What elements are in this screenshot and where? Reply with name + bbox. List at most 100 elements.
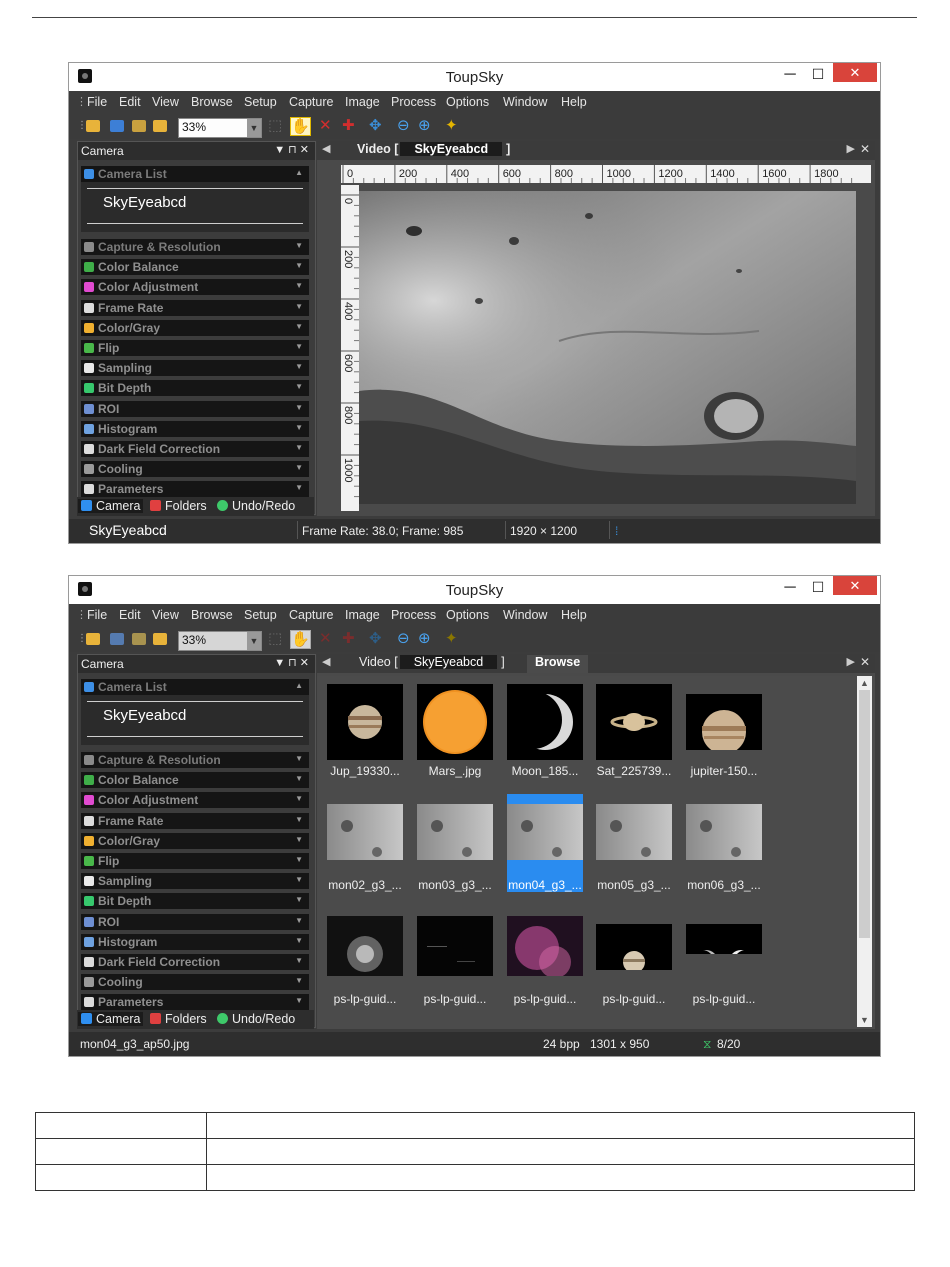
tab-folders[interactable]: Folders [150, 499, 207, 513]
maximize-button[interactable]: ☐ [808, 66, 828, 84]
thumbnail-item[interactable]: Jup_19330... [327, 684, 403, 778]
section-frame-rate[interactable]: Frame Rate ▼ [81, 812, 309, 829]
section-color-balance[interactable]: Color Balance ▼ [81, 259, 309, 276]
thumbnail-item[interactable]: ps-lp-guid... [417, 916, 493, 1006]
record-icon[interactable]: ✚ [342, 630, 355, 647]
open-folder-icon[interactable] [86, 120, 100, 132]
section-capture-resolution[interactable]: Capture & Resolution ▼ [81, 752, 309, 768]
title-bar[interactable]: ToupSky ─ ☐ ✕ [69, 576, 880, 604]
move-icon[interactable]: ✥ [369, 630, 382, 647]
section-dark-field-correction[interactable]: Dark Field Correction ▼ [81, 954, 309, 970]
panel-controls-icon[interactable]: ▼ ⊓ ✕ [274, 656, 309, 669]
forward-icon[interactable]: ⊕ [418, 117, 431, 134]
camera-list-header[interactable]: Camera List ▲ [81, 166, 309, 182]
camera-list-item[interactable]: SkyEyeabcd [103, 707, 186, 724]
tab-camera[interactable]: Camera [78, 1012, 144, 1026]
tab-video[interactable]: Video [SkyEyeabcd] [357, 142, 510, 160]
tab-browse[interactable]: Browse [527, 655, 589, 673]
tab-scroll-left-icon[interactable]: ◀ [322, 655, 330, 668]
thumbnail-item[interactable]: ps-lp-guid... [596, 924, 672, 1006]
thumbnail-item[interactable]: mon06_g3_... [686, 804, 762, 892]
batch-icon[interactable] [132, 120, 146, 132]
tab-scroll-right-icon[interactable]: ▶ [847, 142, 855, 155]
section-sampling[interactable]: Sampling ▼ [81, 873, 309, 890]
section-dark-field-correction[interactable]: Dark Field Correction ▼ [81, 441, 309, 457]
select-icon[interactable]: ⬚ [268, 117, 282, 134]
zoom-select[interactable]: 33% ▼ [178, 118, 262, 138]
section-cooling[interactable]: Cooling ▼ [81, 461, 309, 478]
section-roi[interactable]: ROI ▼ [81, 913, 309, 930]
minimize-button[interactable]: ─ [780, 579, 800, 597]
section-flip[interactable]: Flip ▼ [81, 340, 309, 356]
thumbnail-item[interactable]: mon02_g3_... [327, 804, 403, 892]
section-flip[interactable]: Flip ▼ [81, 853, 309, 869]
folder-icon[interactable] [153, 633, 167, 645]
menu-file[interactable]: File [87, 95, 107, 109]
thumbnail-item[interactable]: mon03_g3_... [417, 804, 493, 892]
section-roi[interactable]: ROI ▼ [81, 400, 309, 417]
stop-icon[interactable]: ✕ [319, 117, 332, 134]
section-capture-resolution[interactable]: Capture & Resolution ▼ [81, 239, 309, 255]
save-icon[interactable] [110, 120, 124, 132]
menu-browse[interactable]: Browse [191, 608, 233, 622]
section-color-gray[interactable]: Color/Gray ▼ [81, 832, 309, 849]
close-tab-icon[interactable]: ✕ [860, 142, 870, 156]
menu-process[interactable]: Process [391, 608, 436, 622]
scroll-down-icon[interactable]: ▼ [860, 1015, 869, 1025]
back-icon[interactable]: ⊖ [397, 117, 410, 134]
menu-help[interactable]: Help [561, 608, 587, 622]
folder-icon[interactable] [153, 120, 167, 132]
tab-undo-redo[interactable]: Undo/Redo [217, 1012, 295, 1026]
menu-window[interactable]: Window [503, 95, 547, 109]
section-histogram[interactable]: Histogram ▼ [81, 420, 309, 437]
menu-capture[interactable]: Capture [289, 608, 333, 622]
menu-image[interactable]: Image [345, 608, 380, 622]
close-button[interactable]: ✕ [833, 63, 877, 82]
camera-list-item[interactable]: SkyEyeabcd [103, 194, 186, 211]
thumbnail-item[interactable]: mon05_g3_... [596, 804, 672, 892]
tab-camera[interactable]: Camera [78, 499, 144, 513]
menu-edit[interactable]: Edit [119, 95, 141, 109]
stop-icon[interactable]: ✕ [319, 630, 332, 647]
thumbnail-item[interactable]: Mars_.jpg [417, 684, 493, 778]
sparkle-icon[interactable]: ✦ [445, 630, 458, 647]
save-icon[interactable] [110, 633, 124, 645]
hand-icon[interactable]: ✋ [290, 117, 311, 136]
section-color-adjustment[interactable]: Color Adjustment ▼ [81, 792, 309, 809]
menu-view[interactable]: View [152, 608, 179, 622]
minimize-button[interactable]: ─ [780, 66, 800, 84]
thumbnail-item[interactable]: Moon_185... [507, 684, 583, 778]
menu-capture[interactable]: Capture [289, 95, 333, 109]
close-tab-icon[interactable]: ✕ [860, 655, 870, 669]
menu-setup[interactable]: Setup [244, 608, 277, 622]
section-color-balance[interactable]: Color Balance ▼ [81, 772, 309, 789]
menu-help[interactable]: Help [561, 95, 587, 109]
thumbnail-item[interactable]: jupiter-150... [686, 694, 762, 778]
menu-options[interactable]: Options [446, 95, 489, 109]
chevron-down-icon[interactable]: ▼ [247, 119, 261, 137]
chevron-down-icon[interactable]: ▼ [247, 632, 261, 650]
open-folder-icon[interactable] [86, 633, 100, 645]
thumbnail-item[interactable]: ps-lp-guid... [327, 916, 403, 1006]
thumbnail-item[interactable]: ps-lp-guid... [686, 924, 762, 1006]
record-icon[interactable]: ✚ [342, 117, 355, 134]
section-frame-rate[interactable]: Frame Rate ▼ [81, 299, 309, 316]
thumbnail-item[interactable]: ps-lp-guid... [507, 916, 583, 1006]
menu-view[interactable]: View [152, 95, 179, 109]
tab-scroll-left-icon[interactable]: ◀ [322, 142, 330, 155]
tab-folders[interactable]: Folders [150, 1012, 207, 1026]
zoom-select[interactable]: 33% ▼ [178, 631, 262, 651]
section-parameters[interactable]: Parameters ▼ [81, 994, 309, 1011]
section-histogram[interactable]: Histogram ▼ [81, 933, 309, 950]
sparkle-icon[interactable]: ✦ [445, 117, 458, 134]
hand-icon[interactable]: ✋ [290, 630, 311, 649]
live-moon-image[interactable] [359, 191, 856, 504]
scrollbar-thumb[interactable] [859, 690, 870, 938]
close-button[interactable]: ✕ [833, 576, 877, 595]
select-icon[interactable]: ⬚ [268, 630, 282, 647]
batch-icon[interactable] [132, 633, 146, 645]
section-color-adjustment[interactable]: Color Adjustment ▼ [81, 279, 309, 296]
menu-browse[interactable]: Browse [191, 95, 233, 109]
menu-process[interactable]: Process [391, 95, 436, 109]
title-bar[interactable]: ToupSky ─ ☐ ✕ [69, 63, 880, 91]
